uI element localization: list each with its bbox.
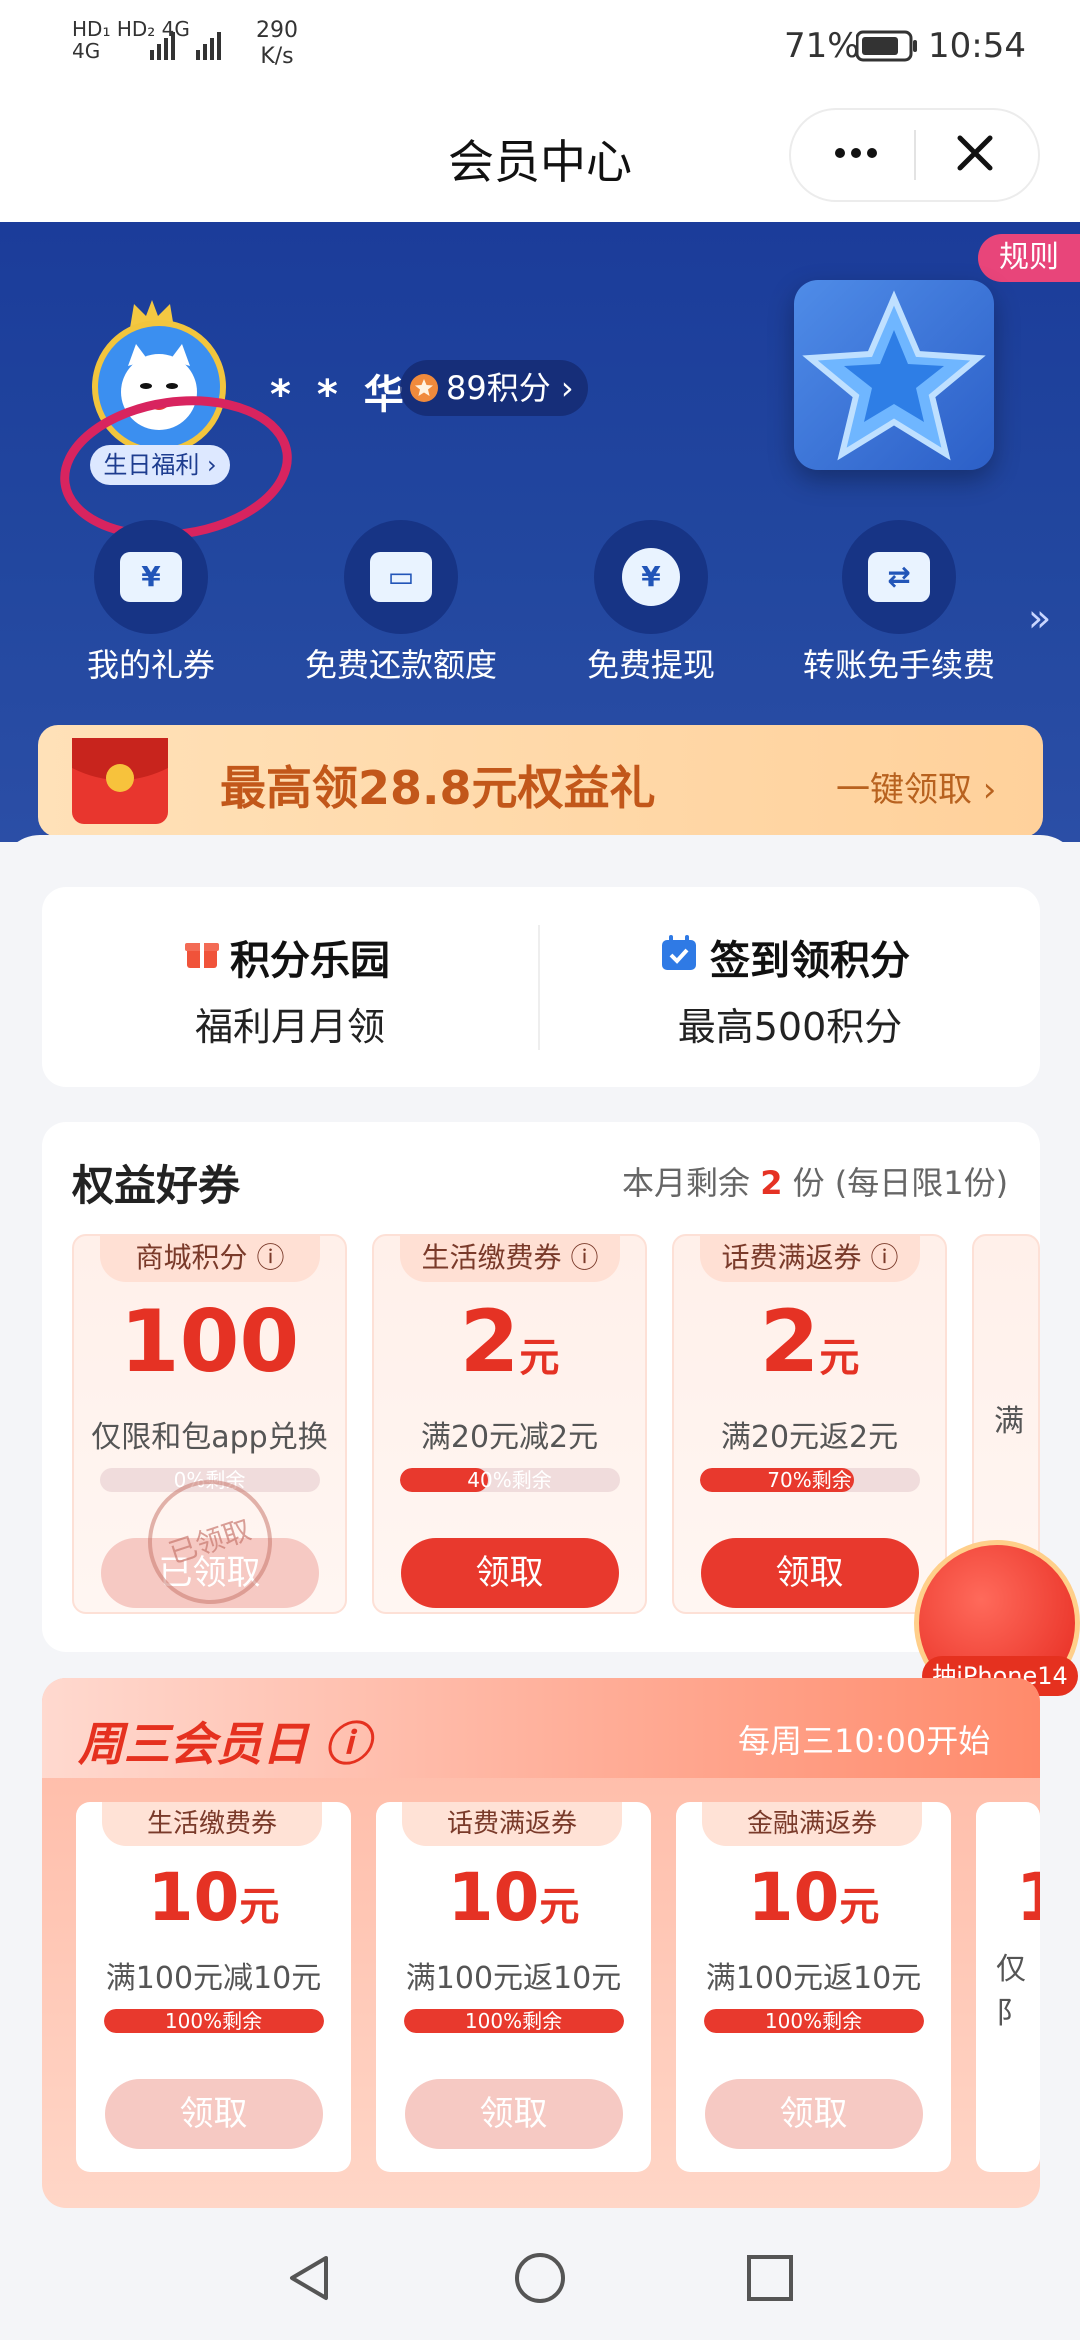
calendar-check-icon xyxy=(660,934,698,976)
quick-action-label: 转账免手续费 xyxy=(802,646,995,684)
coupon-tag: 生活缴费券 ⓘ xyxy=(400,1236,620,1282)
coupon-desc: 满20元减2元 xyxy=(420,1420,599,1455)
claim-button[interactable]: 领取 xyxy=(400,1538,619,1608)
coupon-progress: 40%剩余 xyxy=(399,1468,620,1492)
quick-action-free-repayment[interactable]: ▭ xyxy=(344,520,458,634)
coupon-desc: 满20元返2元 xyxy=(720,1420,899,1455)
points-star-icon xyxy=(410,374,438,402)
home-button[interactable] xyxy=(512,2250,568,2310)
battery-percent: 71% xyxy=(784,26,860,66)
card-icon: ▭ xyxy=(370,552,432,602)
benefit-coupons-title: 权益好券 xyxy=(72,1161,241,1210)
claim-button[interactable]: 领取 xyxy=(704,2079,923,2149)
transfer-icon: ⇄ xyxy=(868,552,930,602)
recents-button[interactable] xyxy=(742,2250,798,2310)
coupon-tag: 商城积分 ⓘ xyxy=(100,1236,320,1282)
battery-icon xyxy=(855,30,918,66)
coupon-desc: 满 xyxy=(994,1404,1024,1439)
network-speed: 290 K/s xyxy=(256,18,298,70)
yuan-coin-icon: ¥ xyxy=(622,548,680,606)
coupon-value: 2元 xyxy=(759,1292,860,1392)
recents-square-icon xyxy=(747,2255,793,2301)
coupon-value: 2元 xyxy=(459,1292,560,1392)
signal-bars-icon xyxy=(150,28,240,66)
coupon-progress: 100%剩余 xyxy=(403,2009,624,2033)
free-withdraw-circle: ¥ xyxy=(594,520,708,634)
capsule-divider xyxy=(914,130,916,180)
coupon-value: 10元 xyxy=(147,1859,280,1936)
claim-button[interactable]: 领取 xyxy=(404,2079,623,2149)
star-badge-icon xyxy=(802,290,986,461)
member-level-card[interactable] xyxy=(794,280,994,470)
wed-coupon-partial: 1 仅阝 xyxy=(976,1802,1040,2172)
points-park-title[interactable]: 积分乐园 xyxy=(230,928,390,986)
speed-unit: K/s xyxy=(260,44,294,69)
points-park-subtitle: 福利月月领 xyxy=(194,1005,385,1049)
claim-button[interactable]: 领取 xyxy=(104,2079,323,2149)
close-button[interactable] xyxy=(950,128,1000,178)
coupon-progress: 100%剩余 xyxy=(103,2009,324,2033)
quick-action-label: 免费还款额度 xyxy=(304,646,497,684)
wed-coupon-life-payment: 生活缴费券 10元 满100元减10元 100%剩余 领取 xyxy=(76,1802,351,2172)
more-button[interactable] xyxy=(826,128,886,178)
my-coupons-circle: ¥ xyxy=(94,520,208,634)
free-transfer-circle: ⇄ xyxy=(842,520,956,634)
quick-action-my-coupons[interactable]: ¥ xyxy=(94,520,208,634)
more-actions-chevron-icon[interactable]: » xyxy=(1028,596,1051,640)
username: * * 华 xyxy=(270,372,410,418)
coupon-tag: 话费满返券 xyxy=(402,1802,622,1846)
coupon-desc: 仅阝 xyxy=(996,1952,1026,2031)
checkin-title[interactable]: 签到领积分 xyxy=(710,928,910,986)
monthly-remaining: 本月剩余 2 份 (每日限1份) xyxy=(622,1158,1008,1204)
coupon-progress: 100%剩余 xyxy=(703,2009,924,2033)
coupon-progress: 70%剩余 xyxy=(699,1468,920,1492)
coupon-desc: 满100元返10元 xyxy=(405,1961,622,1996)
coupon-value: 1 xyxy=(1016,1859,1040,1936)
wed-coupon-finance-cashback: 金融满返券 10元 满100元返10元 100%剩余 领取 xyxy=(676,1802,951,2172)
promo-title: 最高领28.8元权益礼 xyxy=(220,761,656,815)
coupon-tag: 生活缴费券 xyxy=(102,1802,322,1846)
wed-coupon-phone-cashback: 话费满返券 10元 满100元返10元 100%剩余 领取 xyxy=(376,1802,651,2172)
claim-button[interactable]: 领取 xyxy=(700,1538,919,1608)
coupon-desc: 满100元减10元 xyxy=(105,1961,322,1996)
coupon-desc: 满100元返10元 xyxy=(705,1961,922,1996)
ticket-icon: ¥ xyxy=(120,552,182,602)
clock: 10:54 xyxy=(928,26,1026,66)
feature-divider xyxy=(538,925,540,1050)
free-repayment-circle: ▭ xyxy=(344,520,458,634)
more-dots-icon xyxy=(835,148,877,158)
feature-card xyxy=(42,887,1040,1087)
red-envelope-icon xyxy=(72,738,168,824)
wednesday-title[interactable]: 周三会员日 ⓘ xyxy=(78,1708,370,1774)
remain-suffix: 份 (每日限1份) xyxy=(792,1164,1009,1202)
back-button[interactable] xyxy=(282,2250,338,2310)
coupon-desc: 仅限和包app兑换 xyxy=(91,1420,328,1455)
quick-action-free-withdraw[interactable]: ¥ xyxy=(594,520,708,634)
quick-action-free-transfer[interactable]: ⇄ xyxy=(842,520,956,634)
checkin-subtitle: 最高500积分 xyxy=(677,1005,903,1049)
back-triangle-icon xyxy=(290,2256,328,2300)
speed-value: 290 xyxy=(256,18,298,43)
remain-prefix: 本月剩余 xyxy=(622,1164,751,1202)
coupon-tag: 话费满返券 ⓘ xyxy=(700,1236,920,1282)
close-icon xyxy=(957,135,993,171)
coupon-phone-cashback: 话费满返券 ⓘ 2元 满20元返2元 70%剩余 领取 xyxy=(672,1234,947,1614)
quick-action-label: 我的礼券 xyxy=(86,646,215,684)
coupon-value: 100 xyxy=(119,1292,300,1392)
claim-all-button[interactable]: 一键领取 › xyxy=(836,762,996,811)
gift-icon xyxy=(184,934,220,974)
quick-action-label: 免费提现 xyxy=(586,646,715,684)
coupon-value: 10元 xyxy=(747,1859,880,1936)
coupon-life-payment: 生活缴费券 ⓘ 2元 满20元减2元 40%剩余 领取 xyxy=(372,1234,647,1614)
rules-button[interactable]: 规则 xyxy=(978,234,1080,282)
coupon-value: 10元 xyxy=(447,1859,580,1936)
home-circle-icon xyxy=(515,2253,565,2303)
wednesday-start-time: 每周三10:00开始 xyxy=(738,1722,991,1760)
remain-count: 2 xyxy=(760,1164,783,1202)
coupon-tag: 金融满返券 xyxy=(702,1802,922,1846)
